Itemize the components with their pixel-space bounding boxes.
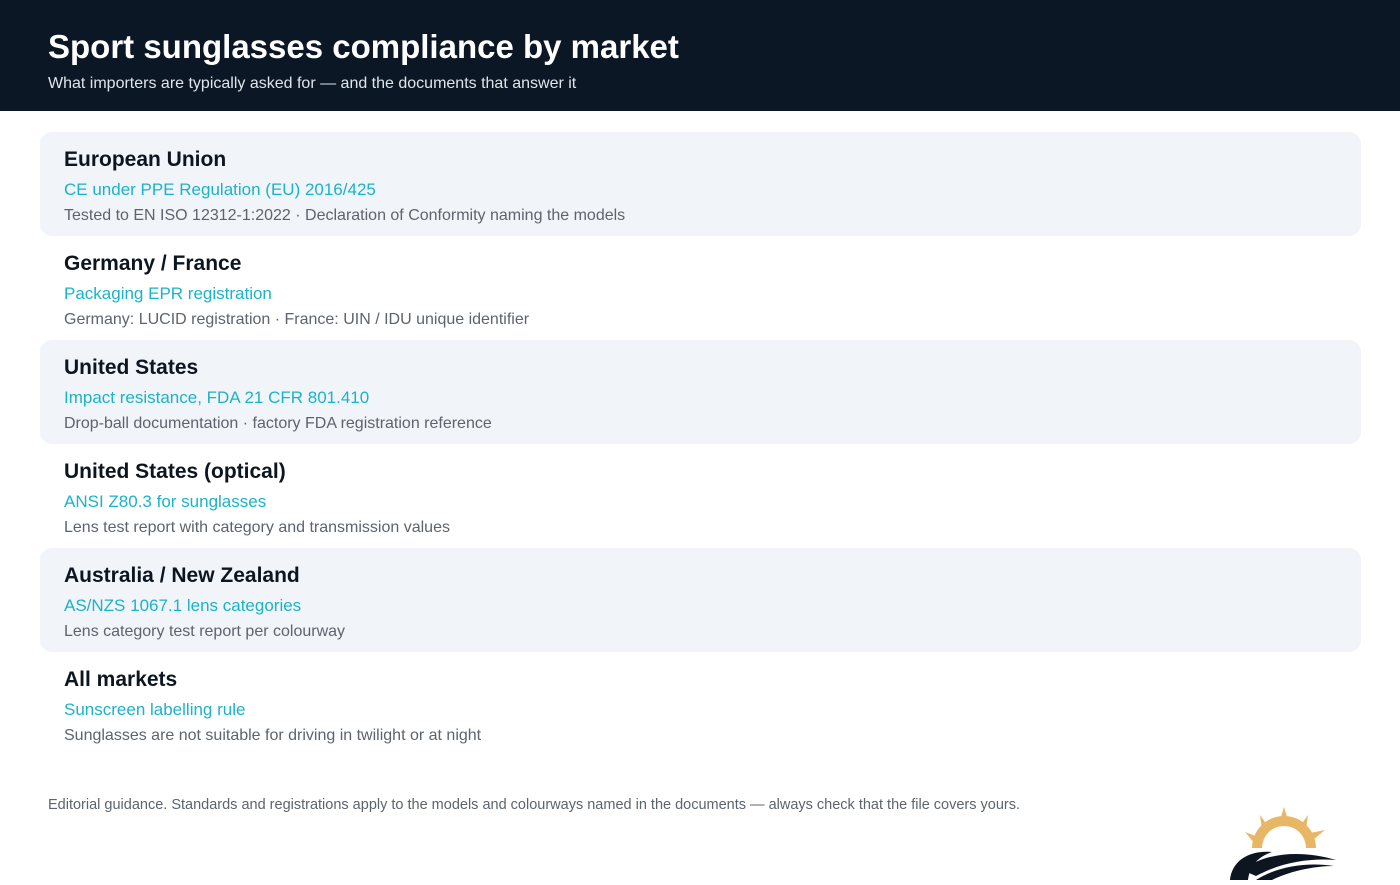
- market-row-united-states: United States Impact resistance, FDA 21 …: [40, 340, 1361, 444]
- sun-icon: [1245, 807, 1325, 848]
- wave-icon: [1230, 851, 1336, 880]
- market-requirement: Packaging EPR registration: [64, 284, 272, 303]
- page-header: Sport sunglasses compliance by market Wh…: [0, 0, 1400, 111]
- market-requirement: CE under PPE Regulation (EU) 2016/425: [64, 180, 376, 199]
- market-name: All markets: [64, 668, 178, 691]
- market-requirement: Impact resistance, FDA 21 CFR 801.410: [64, 388, 370, 407]
- page-subtitle: What importers are typically asked for —…: [48, 75, 577, 92]
- market-row-germany-france: Germany / France Packaging EPR registrat…: [40, 236, 1361, 340]
- market-documents: Sunglasses are not suitable for driving …: [64, 727, 482, 744]
- market-name: European Union: [64, 148, 227, 171]
- market-name: United States (optical): [64, 460, 286, 483]
- market-row-all-markets: All markets Sunscreen labelling rule Sun…: [40, 652, 1361, 756]
- market-requirement: ANSI Z80.3 for sunglasses: [64, 492, 267, 511]
- market-name: United States: [64, 356, 199, 379]
- market-row-australia-new-zealand: Australia / New Zealand AS/NZS 1067.1 le…: [40, 548, 1361, 652]
- editorial-footnote: Editorial guidance. Standards and regist…: [48, 797, 1021, 813]
- sun-over-waves-logo: [1222, 800, 1342, 880]
- market-documents: Lens category test report per colourway: [64, 623, 346, 640]
- page-title: Sport sunglasses compliance by market: [48, 28, 679, 65]
- market-name: Germany / France: [64, 252, 242, 275]
- market-documents: Germany: LUCID registration · France: UI…: [64, 311, 530, 328]
- logo-graphic: [1230, 807, 1336, 880]
- market-requirement: Sunscreen labelling rule: [64, 700, 246, 719]
- market-name: Australia / New Zealand: [64, 564, 300, 587]
- market-documents: Tested to EN ISO 12312-1:2022 · Declarat…: [64, 207, 626, 224]
- market-documents: Drop-ball documentation · factory FDA re…: [64, 415, 492, 432]
- market-row-united-states-optical: United States (optical) ANSI Z80.3 for s…: [40, 444, 1361, 548]
- market-documents: Lens test report with category and trans…: [64, 519, 450, 536]
- market-row-european-union: European Union CE under PPE Regulation (…: [40, 132, 1361, 236]
- market-list: European Union CE under PPE Regulation (…: [40, 132, 1361, 756]
- market-requirement: AS/NZS 1067.1 lens categories: [64, 596, 302, 615]
